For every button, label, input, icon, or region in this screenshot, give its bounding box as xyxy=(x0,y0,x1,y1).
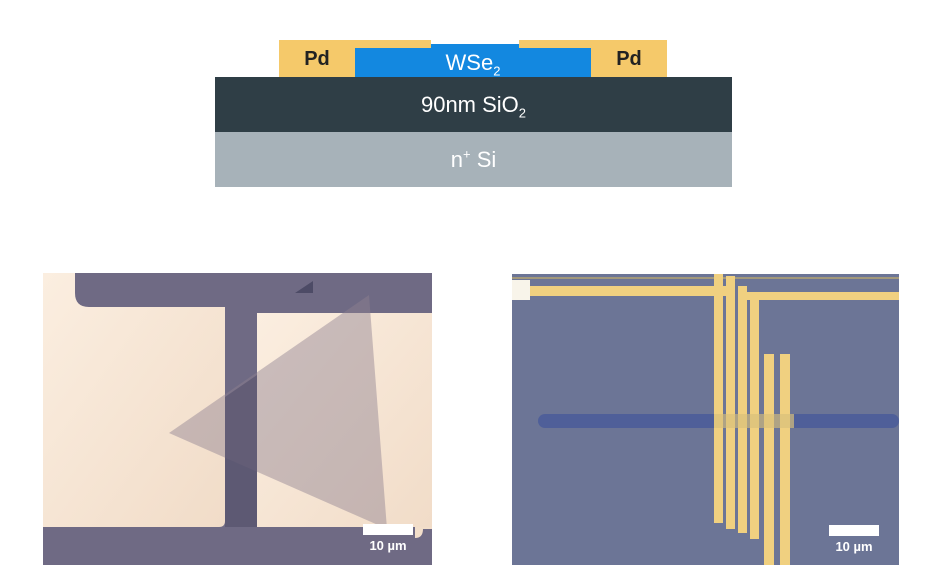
electrode-6 xyxy=(780,354,790,565)
gold-lead-top-1 xyxy=(512,286,727,296)
gold-lead-top-3 xyxy=(512,277,899,279)
scale-bar-left xyxy=(363,524,413,535)
left-metal-pad xyxy=(43,273,225,527)
sio2-layer: 90nm SiO2 xyxy=(215,77,732,132)
pd-overlap-right xyxy=(519,40,591,48)
si-substrate: n+ Si xyxy=(215,132,732,187)
si-label: n+ Si xyxy=(450,146,497,172)
scale-bar-right xyxy=(829,525,879,536)
pd-overlap-left xyxy=(355,40,431,48)
scale-label-left: 10 µm xyxy=(369,538,407,553)
contact-pad xyxy=(512,280,530,300)
sio2-label: 90nm SiO2 xyxy=(420,91,527,120)
pd-contact-right: Pd xyxy=(591,40,667,78)
ribbon-overlap xyxy=(714,414,794,428)
pd-left-label: Pd xyxy=(304,47,330,70)
wse2-channel: WSe2 xyxy=(355,48,591,78)
wse2-flake-gap xyxy=(225,375,257,527)
micrograph-left: 10 µm xyxy=(43,273,432,565)
electrode-5 xyxy=(764,354,774,565)
micrograph-right-drawing xyxy=(512,274,899,565)
small-flake xyxy=(295,281,313,293)
wse2-top-edge xyxy=(431,44,519,49)
micrograph-left-drawing xyxy=(43,273,432,565)
wse2-label: WSe2 xyxy=(445,50,501,79)
micrograph-right: 10 µm xyxy=(512,274,899,565)
pd-right-label: Pd xyxy=(616,47,642,70)
scale-label-right: 10 µm xyxy=(835,539,873,554)
electrode-2 xyxy=(726,276,735,529)
pd-contact-left: Pd xyxy=(279,40,355,78)
gold-lead-top-2 xyxy=(744,292,899,300)
electrode-1 xyxy=(714,274,723,523)
electrode-3 xyxy=(738,286,747,533)
